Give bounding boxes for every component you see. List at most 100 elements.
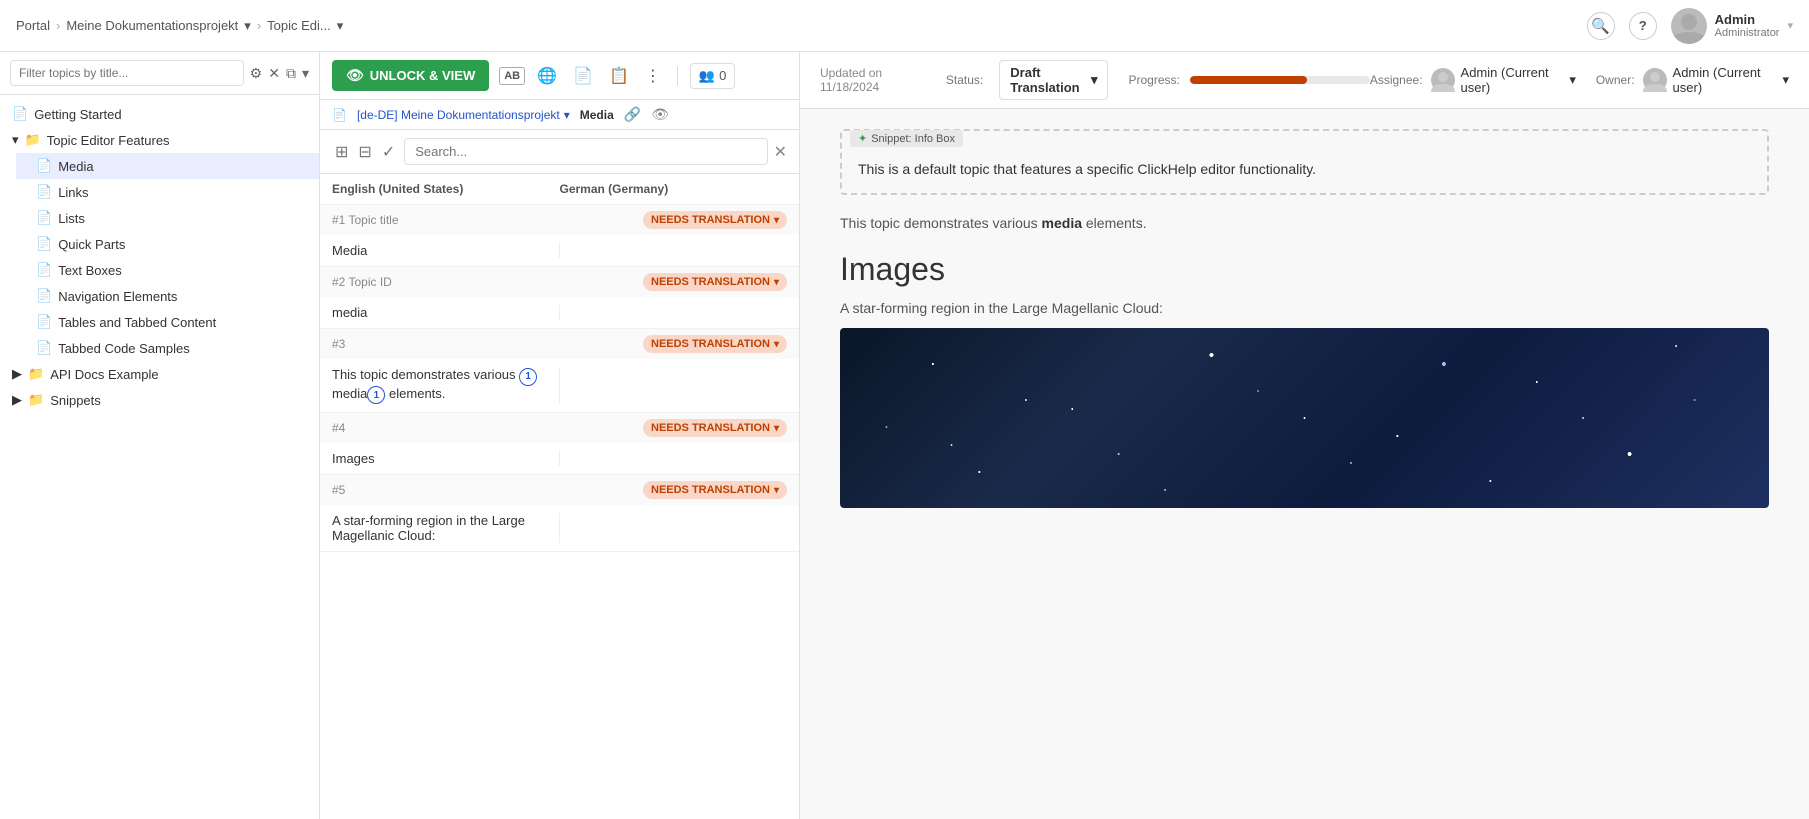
clear-filter-icon[interactable]: ✕ <box>268 65 280 82</box>
search-icon-btn[interactable]: 🔍 <box>1587 12 1615 40</box>
trans-row-header-5: #5 NEEDS TRANSLATION ▾ <box>320 475 799 505</box>
trans-row-1: #1 Topic title NEEDS TRANSLATION ▾ Media <box>320 205 799 267</box>
filter-input[interactable] <box>10 60 244 86</box>
toolbar-icon-ab[interactable]: AB <box>499 67 525 85</box>
help-icon-btn[interactable]: ? <box>1629 12 1657 40</box>
sidebar-item-tables[interactable]: 📄 Tables and Tabbed Content <box>16 309 319 335</box>
col-headers: English (United States) German (Germany) <box>320 174 799 205</box>
user-info[interactable]: Admin Administrator ▾ <box>1671 8 1793 44</box>
view-icons: ⊞ ⊟ ✓ <box>332 139 398 165</box>
trans-row-content-3: This topic demonstrates various 1media1 … <box>320 359 799 412</box>
badge-label-1: NEEDS TRANSLATION <box>651 214 770 226</box>
folder-icon: 📁 <box>25 132 41 148</box>
assignee-label: Assignee: <box>1370 73 1423 87</box>
toolbar-icon-doc[interactable]: 📄 <box>569 62 597 90</box>
trans-german-4[interactable] <box>559 451 787 466</box>
needs-translation-badge-1[interactable]: NEEDS TRANSLATION ▾ <box>643 211 787 229</box>
heading-images: Images <box>840 251 1769 288</box>
unlock-view-button[interactable]: 👁 UNLOCK & VIEW <box>332 60 489 91</box>
sidebar-label-topic-editor: Topic Editor Features <box>47 133 170 148</box>
trans-row-header-1: #1 Topic title NEEDS TRANSLATION ▾ <box>320 205 799 235</box>
sidebar-label-getting-started: Getting Started <box>34 107 121 122</box>
sidebar-item-text-boxes[interactable]: 📄 Text Boxes <box>16 257 319 283</box>
sidebar-label-links: Links <box>58 185 88 200</box>
eye-icon[interactable]: 👁 <box>651 106 669 123</box>
owner-value[interactable]: Admin (Current user) ▾ <box>1643 65 1789 95</box>
copy-icon[interactable]: ⧉ <box>286 65 296 82</box>
status-select[interactable]: Draft Translation ▾ <box>999 60 1108 100</box>
sidebar-item-api-docs[interactable]: ▶ 📁 API Docs Example <box>0 361 319 387</box>
trans-english-2: media <box>332 305 559 320</box>
breadcrumb-project[interactable]: Meine Dokumentationsprojekt <box>66 18 238 33</box>
breadcrumb-portal[interactable]: Portal <box>16 18 50 33</box>
needs-translation-badge-5[interactable]: NEEDS TRANSLATION ▾ <box>643 481 787 499</box>
users-count: 0 <box>719 68 726 83</box>
row-num-5: #5 <box>332 483 345 497</box>
sidebar-item-nav-elements[interactable]: 📄 Navigation Elements <box>16 283 319 309</box>
sidebar-item-media[interactable]: 📄 Media <box>16 153 319 179</box>
project-link[interactable]: [de-DE] Meine Dokumentationsprojekt ▾ <box>357 108 570 122</box>
trans-german-2[interactable] <box>559 305 787 320</box>
file-icon-nav: 📄 <box>36 288 52 304</box>
trans-row-2: #2 Topic ID NEEDS TRANSLATION ▾ media <box>320 267 799 329</box>
needs-translation-badge-4[interactable]: NEEDS TRANSLATION ▾ <box>643 419 787 437</box>
folder-icon-api: 📁 <box>28 366 44 382</box>
view-check-icon[interactable]: ✓ <box>379 139 398 165</box>
panel-toolbar: 👁 UNLOCK & VIEW AB 🌐 📄 📋 ⋮ 👥 0 <box>320 52 799 100</box>
avatar <box>1671 8 1707 44</box>
expand-icon[interactable]: ▾ <box>302 65 309 82</box>
media-tab[interactable]: Media <box>580 108 614 122</box>
sidebar-label-snippets: Snippets <box>50 393 101 408</box>
view-table-icon[interactable]: ⊞ <box>332 139 351 165</box>
trans-german-5[interactable] <box>559 513 787 543</box>
trans-english-4: Images <box>332 451 559 466</box>
filter-icons: ⚙ ✕ ⧉ ▾ <box>250 65 309 82</box>
filter-icon[interactable]: ⚙ <box>250 65 263 82</box>
needs-translation-badge-2[interactable]: NEEDS TRANSLATION ▾ <box>643 273 787 291</box>
assignee-value[interactable]: Admin (Current user) ▾ <box>1431 65 1576 95</box>
users-badge[interactable]: 👥 0 <box>690 63 735 89</box>
expand-chevron: ▾ <box>12 132 19 148</box>
sidebar-item-topic-editor-features[interactable]: ▾ 📁 Topic Editor Features <box>0 127 319 153</box>
sidebar-filter-bar: ⚙ ✕ ⧉ ▾ <box>0 52 319 95</box>
project-chevron: ▾ <box>564 108 570 122</box>
trans-german-3[interactable] <box>559 367 787 404</box>
sidebar-item-links[interactable]: 📄 Links <box>16 179 319 205</box>
star-image <box>840 328 1769 508</box>
badge-label-5: NEEDS TRANSLATION <box>651 484 770 496</box>
file-icon-tabbed-code: 📄 <box>36 340 52 356</box>
link-icon[interactable]: 🔗 <box>624 106 641 123</box>
trans-row-content-5: A star-forming region in the Large Magel… <box>320 505 799 551</box>
toolbar-icon-more[interactable]: ⋮ <box>641 62 665 90</box>
owner-label: Owner: <box>1596 73 1635 87</box>
search-input[interactable] <box>404 138 767 165</box>
trans-row-header-3: #3 NEEDS TRANSLATION ▾ <box>320 329 799 359</box>
toolbar-icon-doc2[interactable]: 📋 <box>605 62 633 90</box>
content-panel: Updated on 11/18/2024 Status: Draft Tran… <box>800 52 1809 819</box>
inline-badge-2: 1 <box>367 386 385 404</box>
sidebar-item-lists[interactable]: 📄 Lists <box>16 205 319 231</box>
unlock-btn-label: UNLOCK & VIEW <box>370 68 475 83</box>
top-right-area: 🔍 ? Admin Administrator ▾ <box>1587 8 1793 44</box>
panel-search: ⊞ ⊟ ✓ ✕ <box>320 130 799 174</box>
breadcrumb-topic[interactable]: Topic Edi... <box>267 18 331 33</box>
sidebar-item-getting-started[interactable]: 📄 Getting Started <box>0 101 319 127</box>
folder-icon-snippets: 📁 <box>28 392 44 408</box>
file-icon-tables: 📄 <box>36 314 52 330</box>
status-area: Status: Draft Translation ▾ <box>946 60 1109 100</box>
trans-english-3: This topic demonstrates various 1media1 … <box>332 367 559 404</box>
toolbar-separator <box>677 66 678 86</box>
trans-german-1[interactable] <box>559 243 787 258</box>
view-grid-icon[interactable]: ⊟ <box>355 139 374 165</box>
breadcrumb-topic-arrow: ▾ <box>337 18 344 34</box>
assignee-chevron: ▾ <box>1569 72 1576 88</box>
sidebar-label-lists: Lists <box>58 211 85 226</box>
sidebar-item-tabbed-code[interactable]: 📄 Tabbed Code Samples <box>16 335 319 361</box>
needs-translation-badge-3[interactable]: NEEDS TRANSLATION ▾ <box>643 335 787 353</box>
toolbar-icon-globe[interactable]: 🌐 <box>533 62 561 90</box>
sidebar-item-quick-parts[interactable]: 📄 Quick Parts <box>16 231 319 257</box>
breadcrumb-arrow: ▾ <box>244 18 251 34</box>
sidebar-item-snippets[interactable]: ▶ 📁 Snippets <box>0 387 319 413</box>
sidebar-label-api: API Docs Example <box>50 367 158 382</box>
search-clear-icon[interactable]: ✕ <box>774 142 787 162</box>
